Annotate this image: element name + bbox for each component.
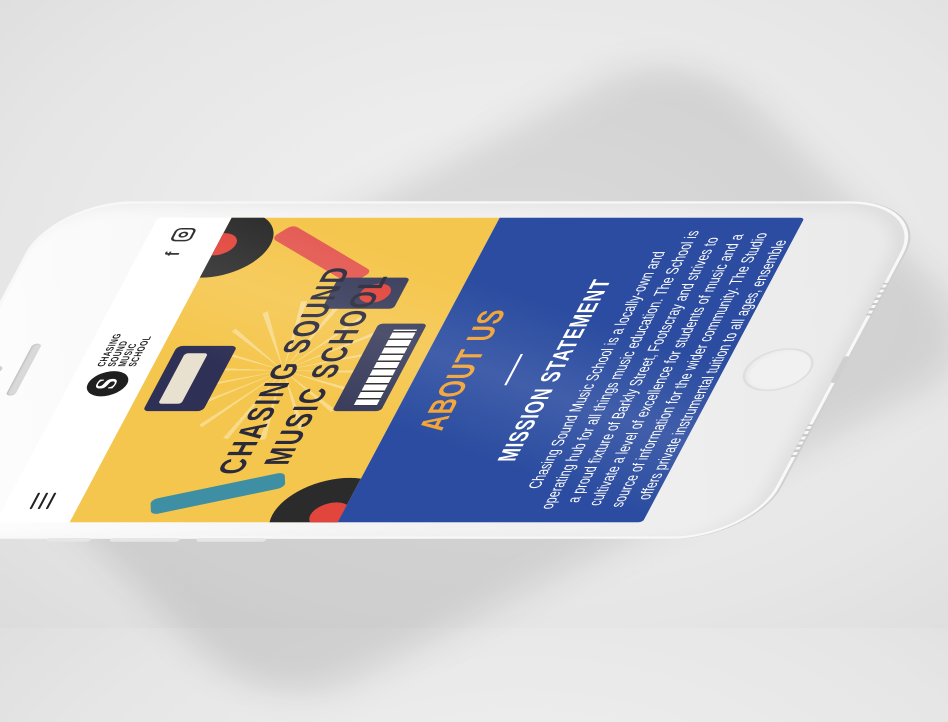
mute-switch: [45, 537, 92, 542]
phone-screen: CHASING SOUND MUSIC SCHOOL f: [0, 217, 805, 523]
social-links: f: [160, 227, 198, 256]
logo-text: CHASING SOUND MUSIC SCHOOL: [94, 333, 154, 367]
front-camera: [0, 366, 4, 373]
volume-up-button: [109, 537, 181, 542]
earpiece-speaker: [5, 344, 43, 396]
home-button: [733, 348, 823, 392]
phone-device: CHASING SOUND MUSIC SCHOOL f: [0, 201, 932, 542]
hamburger-menu-icon[interactable]: [29, 492, 57, 510]
instagram-icon[interactable]: [169, 227, 198, 242]
section-divider: [503, 354, 523, 386]
logo-mark-icon: [81, 371, 134, 397]
mockup-stage: CHASING SOUND MUSIC SCHOOL f: [0, 0, 948, 722]
volume-down-button: [195, 537, 267, 542]
facebook-icon[interactable]: f: [160, 252, 185, 256]
